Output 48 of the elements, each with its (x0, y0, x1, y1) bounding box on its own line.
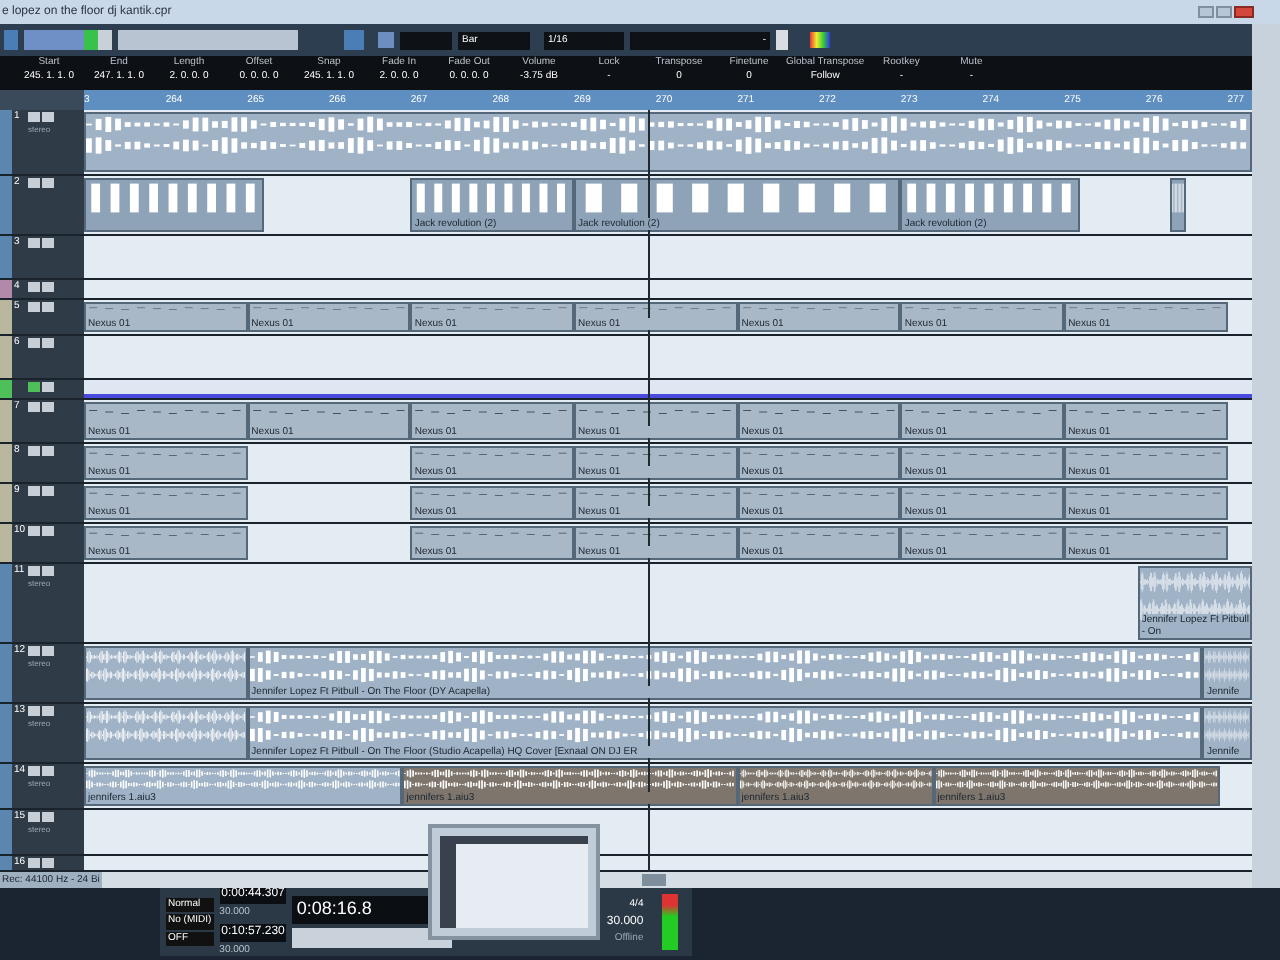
vertical-scrollbar[interactable] (1252, 24, 1280, 888)
waveform-drawing (1204, 648, 1250, 684)
mute-button[interactable] (28, 112, 40, 122)
solo-button[interactable] (42, 706, 54, 716)
minimize-button[interactable] (1198, 6, 1214, 18)
solo-button[interactable] (42, 526, 54, 536)
solo-button[interactable] (42, 446, 54, 456)
event-block[interactable] (84, 646, 248, 700)
close-button[interactable] (1234, 6, 1254, 18)
mute-button[interactable] (28, 486, 40, 496)
grid-field[interactable] (400, 31, 452, 49)
color-palette-icon[interactable] (810, 32, 830, 48)
transport-buttons-drawing[interactable] (24, 30, 112, 50)
mute-button[interactable] (28, 566, 40, 576)
mute-button[interactable] (28, 526, 40, 536)
solo-button[interactable] (42, 766, 54, 776)
solo-button[interactable] (42, 486, 54, 496)
mute-button[interactable] (28, 706, 40, 716)
mute-button[interactable] (28, 858, 40, 868)
pattern-drawing (1172, 180, 1185, 216)
toolbar-button[interactable] (776, 30, 788, 50)
solo-button[interactable] (42, 338, 54, 348)
mute-button[interactable] (28, 238, 40, 248)
tools-drawing[interactable] (118, 30, 298, 50)
solo-button[interactable] (42, 812, 54, 822)
mute-button[interactable] (28, 766, 40, 776)
solo-button[interactable] (42, 178, 54, 188)
mute-button[interactable] (28, 812, 40, 822)
level-meter-drawing (661, 894, 678, 950)
event-block[interactable] (84, 178, 264, 232)
solo-button[interactable] (42, 112, 54, 122)
solo-button[interactable] (42, 646, 54, 656)
solo-button[interactable] (42, 238, 54, 248)
transport-controls-drawing[interactable] (292, 927, 453, 948)
maximize-button[interactable] (1216, 6, 1232, 18)
mute-button[interactable] (28, 646, 40, 656)
mute-button[interactable] (28, 446, 40, 456)
grid-icon[interactable] (378, 32, 394, 48)
solo-button[interactable] (42, 858, 54, 868)
solo-button[interactable] (42, 566, 54, 576)
waveform-drawing (1204, 708, 1250, 744)
mute-button[interactable] (28, 178, 40, 188)
toolbar-button[interactable] (4, 30, 18, 50)
mute-button[interactable] (28, 338, 40, 348)
snap-button[interactable] (344, 30, 364, 50)
event-block[interactable] (84, 706, 248, 760)
playhead-line[interactable] (647, 110, 650, 872)
event-block[interactable] (1170, 178, 1187, 232)
